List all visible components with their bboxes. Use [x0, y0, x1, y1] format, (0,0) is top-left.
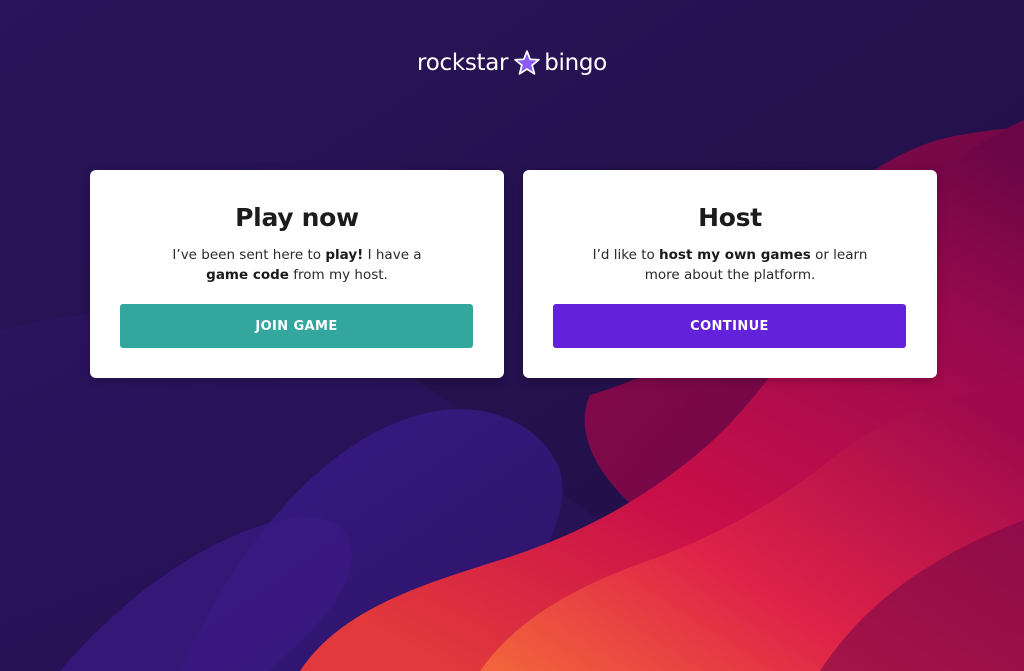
desc-text: I’d like to	[592, 247, 660, 263]
desc-bold: play!	[325, 247, 364, 263]
host-description: I’d like to host my own games or learn m…	[580, 245, 880, 285]
play-now-card: Play now I’ve been sent here to play! I …	[90, 170, 504, 378]
desc-text: I have a	[363, 247, 422, 263]
desc-bold: game code	[206, 267, 289, 283]
desc-bold: host my own games	[659, 247, 811, 263]
desc-text: from my host.	[288, 267, 388, 283]
brand-logo: rockstar bingo	[0, 50, 1024, 76]
brand-name-right: bingo	[544, 50, 607, 76]
host-title: Host	[698, 203, 762, 232]
continue-button[interactable]: CONTINUE	[553, 304, 906, 348]
join-game-button[interactable]: JOIN GAME	[120, 304, 473, 348]
desc-text: I’ve been sent here to	[172, 247, 326, 263]
play-now-title: Play now	[235, 203, 359, 232]
play-now-description: I’ve been sent here to play! I have a ga…	[147, 245, 447, 285]
host-card: Host I’d like to host my own games or le…	[523, 170, 937, 378]
brand-name-left: rockstar	[417, 50, 509, 76]
star-icon	[514, 50, 540, 75]
